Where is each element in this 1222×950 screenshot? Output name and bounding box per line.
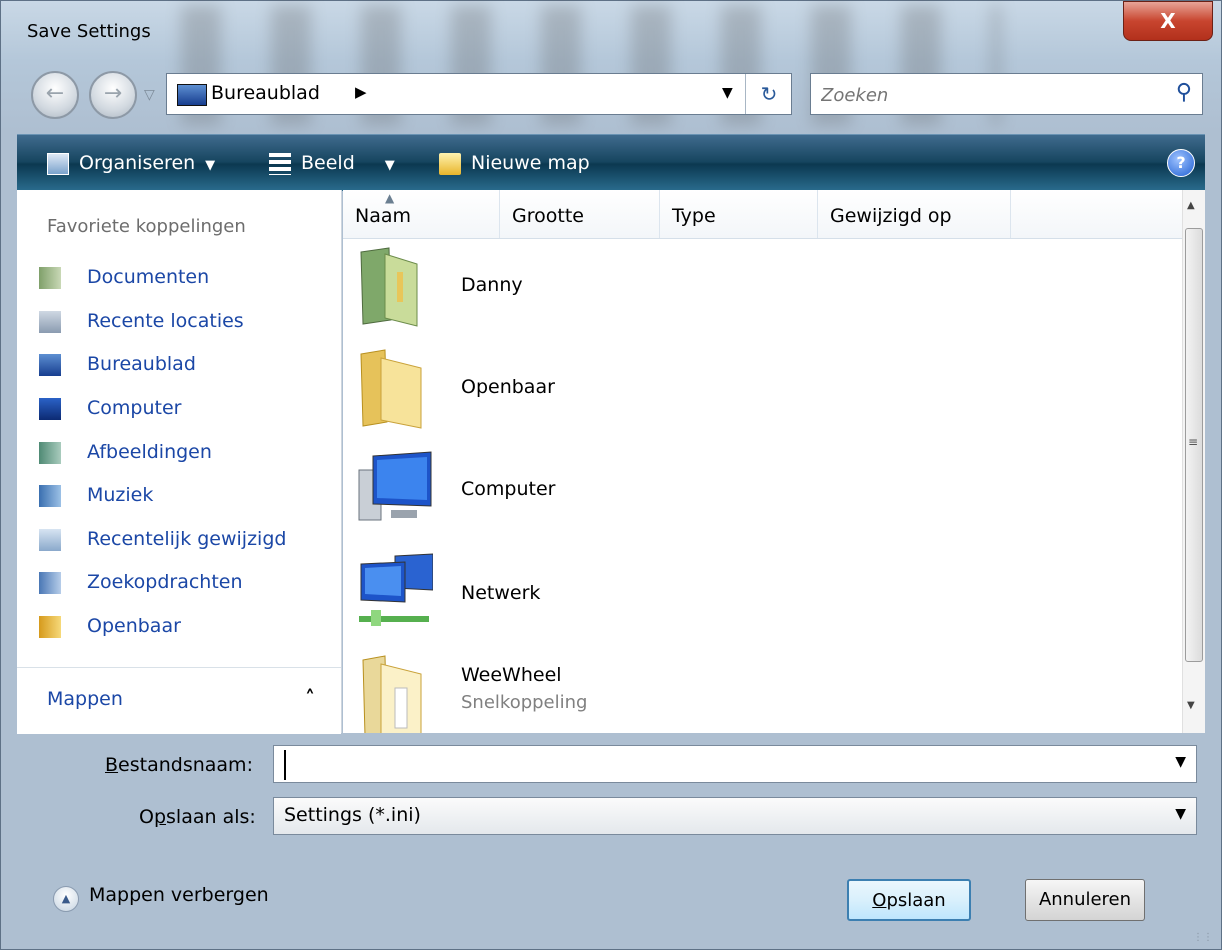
address-path[interactable]: Bureaublad <box>211 82 320 104</box>
documents-icon <box>39 266 61 289</box>
resize-grip-icon[interactable]: ⋮⋮ <box>1193 932 1213 943</box>
chevron-down-icon[interactable]: ▼ <box>1175 806 1186 822</box>
sidebar-item-label: Recentelijk gewijzigd <box>87 528 287 550</box>
item-subtitle: Snelkoppeling <box>461 692 588 713</box>
cancel-button[interactable]: Annuleren <box>1025 879 1145 921</box>
breadcrumb-arrow-icon[interactable]: ▶ <box>355 83 367 101</box>
public-folder-icon <box>39 615 61 638</box>
searches-icon <box>39 571 61 594</box>
item-name: Danny <box>461 274 523 296</box>
view-menu[interactable]: Beeld ▼ <box>269 149 395 177</box>
column-name-label: Naam <box>355 205 412 227</box>
sidebar-item-openbaar[interactable]: Openbaar <box>39 611 181 641</box>
user-folder-icon <box>360 247 418 327</box>
search-input[interactable] <box>819 80 1153 110</box>
sidebar-item-label: Zoekopdrachten <box>87 571 243 593</box>
folders-label: Mappen <box>47 688 123 710</box>
organize-label: Organiseren <box>79 152 196 174</box>
chevron-down-icon[interactable]: ▼ <box>1175 754 1186 770</box>
sidebar-item-label: Recente locaties <box>87 310 244 332</box>
hide-folders-label: Mappen verbergen <box>89 884 269 906</box>
sidebar-item-recentelijk-gewijzigd[interactable]: Recentelijk gewijzigd <box>39 524 286 554</box>
sidebar-item-label: Openbaar <box>87 615 181 637</box>
organize-menu[interactable]: Organiseren ▼ <box>47 149 215 177</box>
forward-arrow-icon: → <box>103 81 123 106</box>
network-icon <box>359 553 433 626</box>
scrollbar-grip-icon: ≡ <box>1188 435 1199 449</box>
view-icon <box>269 152 291 175</box>
back-arrow-icon: ← <box>45 81 65 106</box>
scroll-down-icon[interactable]: ▼ <box>1187 700 1195 711</box>
shortcut-folder-icon <box>362 655 422 733</box>
organize-icon <box>47 152 69 175</box>
sidebar-item-label: Bureaublad <box>87 353 196 375</box>
pictures-icon <box>39 441 61 464</box>
desktop-icon <box>39 353 61 376</box>
sidebar-item-zoekopdrachten[interactable]: Zoekopdrachten <box>39 567 243 597</box>
filetype-select[interactable]: Settings (*.ini) ▼ <box>273 797 1197 835</box>
search-box[interactable]: ⚲ <box>810 73 1203 115</box>
desktop-icon <box>177 84 207 106</box>
item-name: WeeWheel <box>461 664 562 686</box>
sidebar-item-label: Computer <box>87 397 182 419</box>
navigation-pane: Favoriete koppelingen Documenten Recente… <box>17 190 342 734</box>
file-list: ▲ Naam Grootte Type Gewijzigd op Danny O… <box>343 190 1205 733</box>
item-name: Computer <box>461 478 556 500</box>
scroll-up-icon[interactable]: ▲ <box>1187 200 1195 211</box>
view-label: Beeld <box>301 152 355 174</box>
sidebar-item-documenten[interactable]: Documenten <box>39 262 209 292</box>
folders-toggle[interactable]: Mappen ˄ <box>17 667 341 734</box>
column-header-modified[interactable]: Gewijzigd op <box>818 190 1011 238</box>
sidebar-item-bureaublad[interactable]: Bureaublad <box>39 349 196 379</box>
recent-pages-dropdown[interactable]: ▽ <box>144 87 155 103</box>
favorites-title: Favoriete koppelingen <box>47 216 246 237</box>
recent-places-icon <box>39 310 61 333</box>
close-button[interactable]: X <box>1123 1 1213 41</box>
chevron-up-icon: ˄ <box>305 686 315 710</box>
column-header-type[interactable]: Type <box>660 190 818 238</box>
filetype-value: Settings (*.ini) <box>284 804 421 826</box>
sidebar-item-muziek[interactable]: Muziek <box>39 480 153 510</box>
address-bar[interactable]: Bureaublad ▶ ▼ ↻ <box>166 73 792 115</box>
back-button[interactable]: ← <box>31 71 79 119</box>
search-icon[interactable]: ⚲ <box>1176 80 1192 105</box>
item-name: Openbaar <box>461 376 555 398</box>
chevron-down-icon: ▼ <box>205 158 216 173</box>
help-icon[interactable]: ? <box>1167 149 1195 177</box>
column-header-row: ▲ Naam Grootte Type Gewijzigd op <box>343 190 1183 239</box>
sidebar-item-computer[interactable]: Computer <box>39 393 181 423</box>
computer-icon <box>39 397 61 420</box>
address-dropdown-icon[interactable]: ▼ <box>722 85 733 101</box>
vertical-scrollbar[interactable]: ▲ ≡ ▼ <box>1182 190 1205 733</box>
command-bar: Organiseren ▼ Beeld ▼ Nieuwe map ? <box>17 134 1205 191</box>
filetype-label: Opslaan als: <box>139 806 256 828</box>
sidebar-item-afbeeldingen[interactable]: Afbeeldingen <box>39 437 212 467</box>
item-name: Netwerk <box>461 582 541 604</box>
column-header-size[interactable]: Grootte <box>500 190 660 238</box>
sidebar-item-label: Documenten <box>87 266 210 288</box>
forward-button[interactable]: → <box>89 71 137 119</box>
column-header-name[interactable]: ▲ Naam <box>343 190 500 238</box>
new-folder-button[interactable]: Nieuwe map <box>439 149 590 177</box>
filename-field[interactable]: ▼ <box>273 745 1197 783</box>
sidebar-item-label: Muziek <box>87 484 154 506</box>
sidebar-item-label: Afbeeldingen <box>87 441 212 463</box>
new-folder-label: Nieuwe map <box>471 152 590 174</box>
chevron-down-icon: ▼ <box>384 158 395 173</box>
filename-input[interactable] <box>284 750 1150 780</box>
recently-changed-icon <box>39 528 61 551</box>
folder-icon <box>360 349 422 429</box>
filename-label: Bestandsnaam: <box>105 754 253 776</box>
window-title: Save Settings <box>27 21 151 42</box>
chevron-up-icon: ▲ <box>53 886 79 912</box>
save-button[interactable]: Opslaan <box>847 879 971 921</box>
new-folder-icon <box>439 152 461 175</box>
music-icon <box>39 484 61 507</box>
save-dialog: Save Settings X ← → ▽ Bureaublad ▶ ▼ ↻ ⚲… <box>0 0 1222 950</box>
sidebar-item-recente-locaties[interactable]: Recente locaties <box>39 306 244 336</box>
refresh-icon[interactable]: ↻ <box>745 74 792 114</box>
computer-icon <box>358 451 432 521</box>
